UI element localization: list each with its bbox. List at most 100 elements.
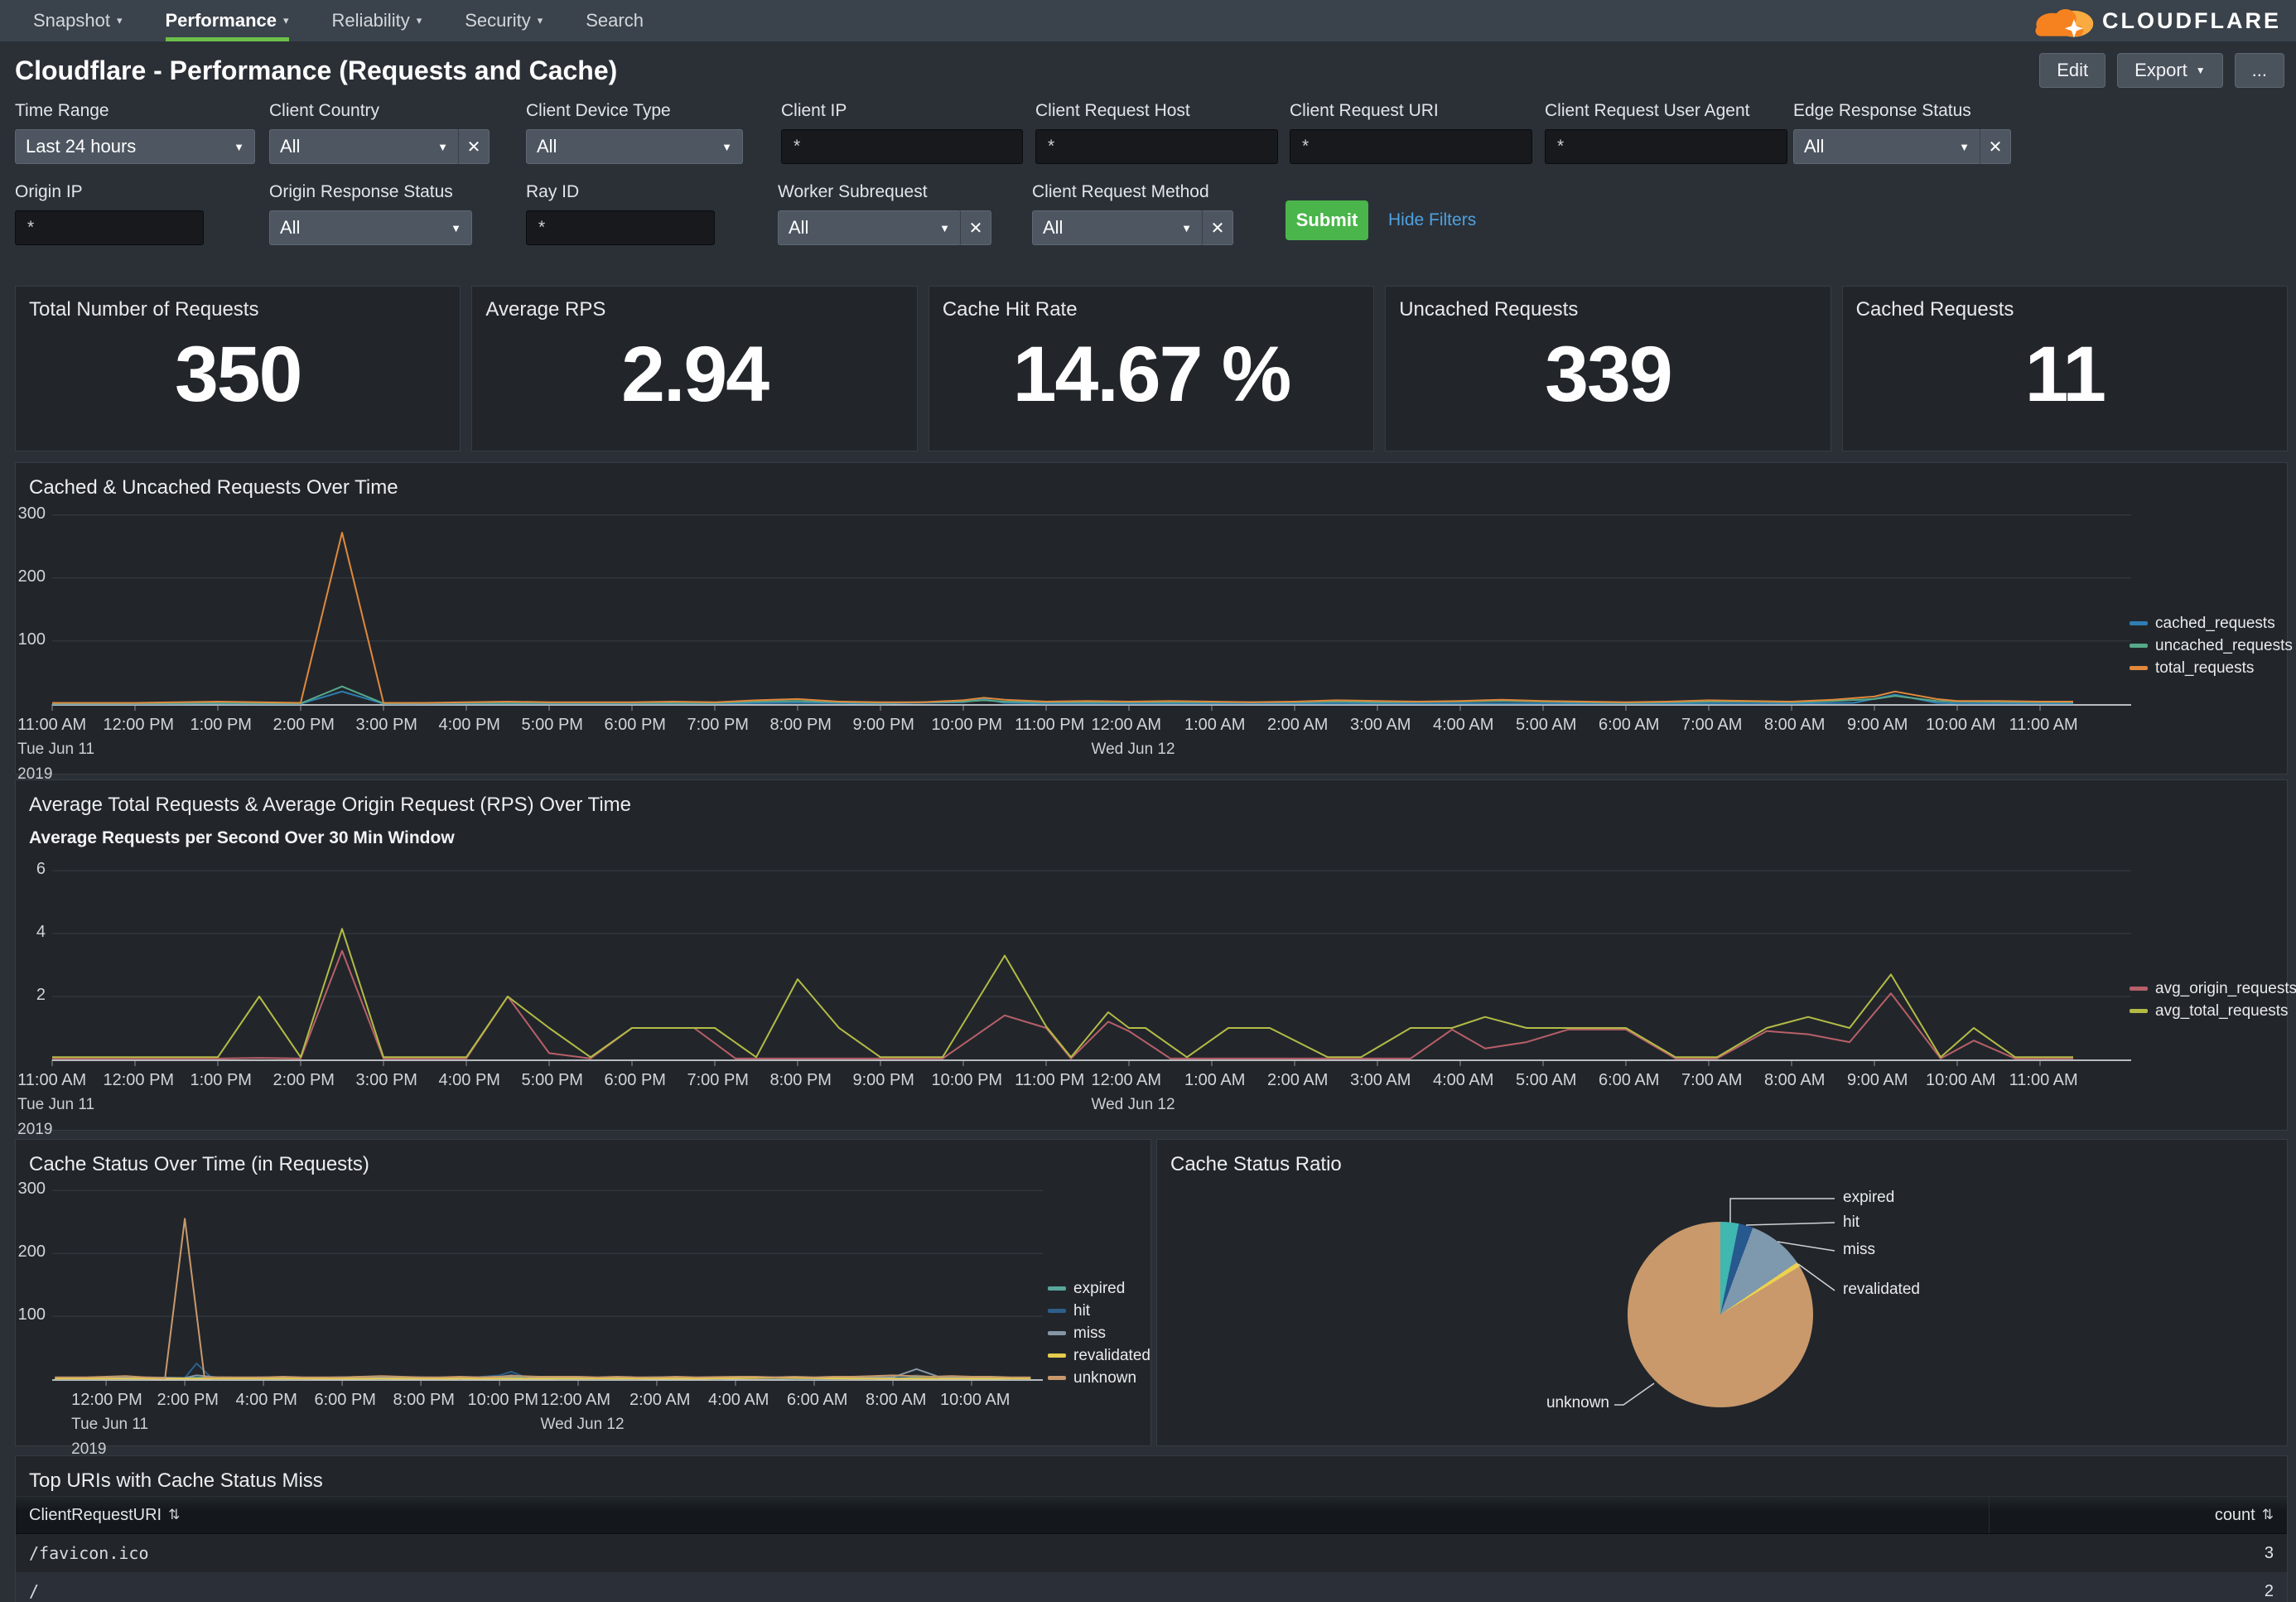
origin-ip-input[interactable] — [15, 210, 204, 245]
x-tick-label: 1:00 AM — [1184, 1071, 1245, 1090]
kpi-uncached-requests[interactable]: Uncached Requests 339 — [1385, 286, 1831, 451]
x-tick-label: 8:00 AM — [1764, 1071, 1825, 1090]
legend-item[interactable]: cached_requests — [2130, 612, 2293, 635]
origin-response-status-select[interactable]: All ▼ — [269, 210, 472, 245]
y-tick-label: 6 — [16, 860, 46, 879]
x-tick-label: 10:00 PM — [931, 1071, 1002, 1090]
x-tick-label: 4:00 PM — [438, 1071, 499, 1090]
cell-uri: /favicon.ico — [16, 1543, 1989, 1563]
client-device-type-select[interactable]: All ▼ — [526, 129, 743, 164]
legend-item[interactable]: hit — [1048, 1300, 1150, 1322]
kpi-value: 2.94 — [472, 330, 916, 420]
table-row[interactable]: / 2 — [16, 1572, 2287, 1602]
filter-edge-response-status: Edge Response Status All ▼ ✕ — [1793, 101, 2011, 164]
x-tick-label: 9:00 AM — [1847, 716, 1908, 735]
close-icon: ✕ — [467, 137, 481, 157]
legend-item[interactable]: total_requests — [2130, 657, 2293, 679]
client-request-method-select[interactable]: All ▼ — [1032, 210, 1203, 245]
legend-item[interactable]: miss — [1048, 1322, 1150, 1344]
nav-item-reliability[interactable]: Reliability ▾ — [332, 0, 422, 41]
pie-label-hit: hit — [1843, 1214, 1859, 1232]
x-tick-label: 7:00 PM — [687, 1071, 748, 1090]
select-value: Last 24 hours — [26, 136, 136, 157]
x-tick-label: 12:00 AMWed Jun 12 — [541, 1391, 625, 1435]
legend-item[interactable]: revalidated — [1048, 1344, 1150, 1367]
submit-button[interactable]: Submit — [1285, 200, 1368, 240]
client-ip-input[interactable] — [781, 129, 1023, 164]
legend-swatch — [2130, 621, 2148, 625]
y-tick-label: 200 — [16, 1243, 46, 1262]
x-tick-label: 8:00 AM — [866, 1391, 926, 1410]
column-header-client-request-uri[interactable]: ClientRequestURI ⇅ — [16, 1497, 1989, 1533]
panel-cache-status-ratio: Cache Status Ratio expired hit miss reva… — [1156, 1139, 2288, 1446]
kpi-total-requests[interactable]: Total Number of Requests 350 — [15, 286, 461, 451]
kpi-row: Total Number of Requests 350 Average RPS… — [15, 286, 2288, 451]
nav-item-security[interactable]: Security ▾ — [465, 0, 543, 41]
legend-item[interactable]: avg_total_requests — [2130, 1000, 2296, 1022]
legend-item[interactable]: avg_origin_requests — [2130, 977, 2296, 1000]
pie-chart[interactable] — [1628, 1222, 1813, 1407]
x-tick-label: 4:00 AM — [1433, 1071, 1493, 1090]
chart-legend: expiredhitmissrevalidatedunknown — [1048, 1277, 1150, 1389]
legend-item[interactable]: expired — [1048, 1277, 1150, 1300]
clear-filter-button[interactable]: ✕ — [960, 210, 991, 245]
x-tick-label: 11:00 AM — [2009, 716, 2078, 735]
client-request-user-agent-input[interactable] — [1545, 129, 1787, 164]
close-icon: ✕ — [969, 218, 983, 239]
hide-filters-link[interactable]: Hide Filters — [1388, 210, 1476, 230]
filter-panel: Time Range Last 24 hours ▼ Client Countr… — [0, 95, 2296, 286]
chevron-down-icon: ▾ — [283, 14, 289, 27]
client-request-host-input[interactable] — [1035, 129, 1278, 164]
column-header-count[interactable]: count ⇅ — [1989, 1497, 2287, 1533]
cloudflare-wordmark: CLOUDFLARE — [2102, 8, 2281, 34]
kpi-label: Cached Requests — [1856, 298, 2014, 321]
table-row[interactable]: /favicon.ico 3 — [16, 1534, 2287, 1572]
panel-cache-status-over-time: Cache Status Over Time (in Requests) 100… — [15, 1139, 1151, 1446]
column-header-label: ClientRequestURI — [29, 1506, 162, 1525]
chevron-down-icon: ▾ — [417, 14, 422, 27]
legend-swatch — [2130, 644, 2148, 648]
kpi-cache-hit-rate[interactable]: Cache Hit Rate 14.67 % — [929, 286, 1374, 451]
nav-item-label: Security — [465, 10, 530, 31]
kpi-label: Cache Hit Rate — [943, 298, 1078, 321]
x-tick-label: 3:00 PM — [355, 1071, 417, 1090]
x-tick-label: 9:00 PM — [852, 1071, 914, 1090]
legend-item[interactable]: unknown — [1048, 1367, 1150, 1389]
kpi-label: Average RPS — [485, 298, 605, 321]
edge-response-status-select[interactable]: All ▼ — [1793, 129, 1980, 164]
x-tick-label: 5:00 PM — [521, 1071, 582, 1090]
cached-uncached-requests-chart[interactable]: 10020030011:00 AMTue Jun 11201912:00 PM1… — [16, 463, 2287, 774]
export-button-label: Export — [2134, 60, 2187, 81]
time-range-select[interactable]: Last 24 hours ▼ — [15, 129, 255, 164]
legend-item[interactable]: uncached_requests — [2130, 635, 2293, 657]
kpi-cached-requests[interactable]: Cached Requests 11 — [1842, 286, 2288, 451]
chevron-down-icon: ▼ — [234, 141, 244, 153]
clear-filter-button[interactable]: ✕ — [458, 129, 490, 164]
chevron-down-icon: ▼ — [1959, 141, 1970, 153]
cache-status-chart[interactable]: 10020030012:00 PMTue Jun 1120192:00 PM4:… — [16, 1140, 1150, 1445]
filter-worker-subrequest: Worker Subrequest All ▼ ✕ — [778, 182, 991, 245]
cloudflare-brand: CLOUDFLARE — [2029, 0, 2281, 41]
client-country-select[interactable]: All ▼ — [269, 129, 459, 164]
nav-item-performance[interactable]: Performance ▾ — [166, 0, 289, 41]
chart-title: Cache Status Ratio — [1170, 1153, 1342, 1176]
chart-title: Cached & Uncached Requests Over Time — [29, 476, 398, 499]
nav-item-snapshot[interactable]: Snapshot ▾ — [33, 0, 123, 41]
filter-client-country: Client Country All ▼ ✕ — [269, 101, 490, 164]
more-options-button[interactable]: ... — [2235, 53, 2284, 88]
kpi-average-rps[interactable]: Average RPS 2.94 — [471, 286, 917, 451]
x-tick-label: 12:00 PM — [103, 1071, 174, 1090]
x-tick-label: 3:00 AM — [1350, 716, 1411, 735]
clear-filter-button[interactable]: ✕ — [1980, 129, 2011, 164]
worker-subrequest-select[interactable]: All ▼ — [778, 210, 961, 245]
x-tick-label: 4:00 PM — [438, 716, 499, 735]
edit-button[interactable]: Edit — [2039, 53, 2105, 88]
ray-id-input[interactable] — [526, 210, 715, 245]
client-request-uri-input[interactable] — [1290, 129, 1532, 164]
filter-label: Origin Response Status — [269, 182, 472, 202]
export-button[interactable]: Export ▼ — [2117, 53, 2222, 88]
nav-item-search[interactable]: Search — [586, 0, 644, 41]
x-tick-label: 1:00 PM — [190, 716, 251, 735]
clear-filter-button[interactable]: ✕ — [1202, 210, 1233, 245]
column-header-label: count — [2215, 1506, 2255, 1525]
